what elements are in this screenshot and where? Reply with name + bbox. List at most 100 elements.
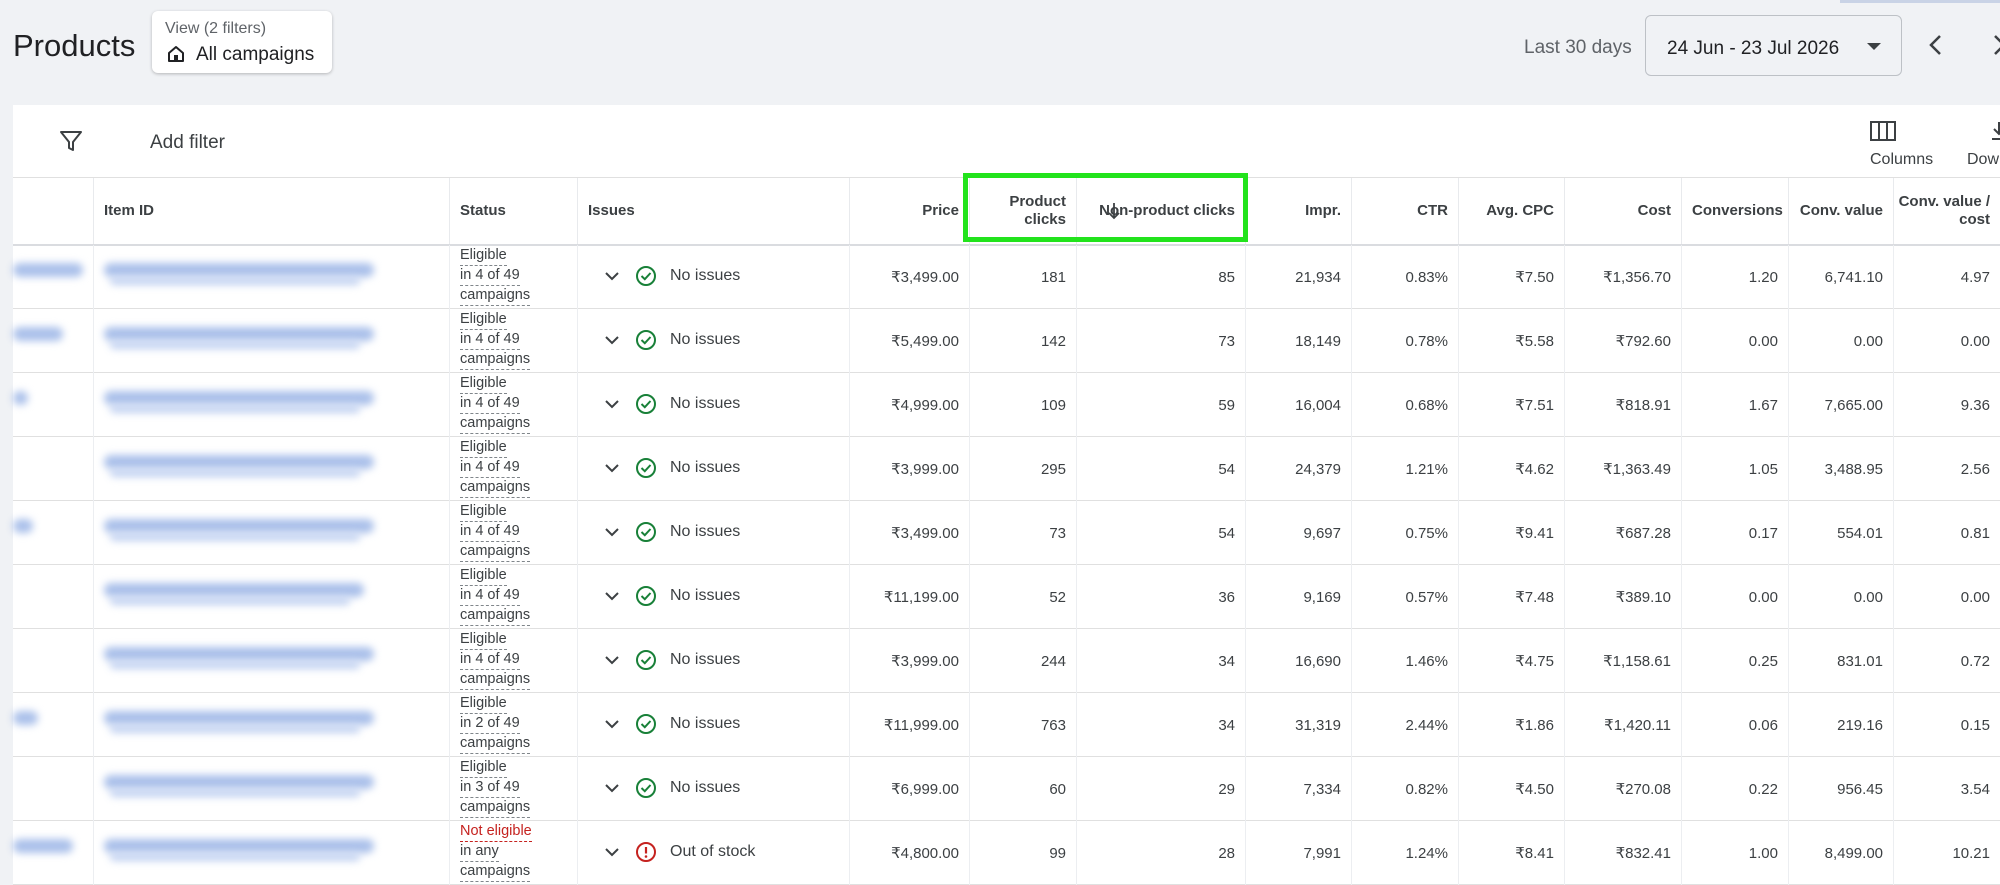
header-cost[interactable]: Cost (1564, 178, 1681, 244)
check-circle-icon (636, 522, 656, 542)
item-id-cell[interactable] (93, 693, 449, 757)
status-cell[interactable]: Eligible in 4 of 49 campaigns (449, 437, 577, 501)
chevron-down-icon[interactable] (605, 335, 619, 345)
issue-text: No issues (670, 267, 741, 284)
status-label: Eligible (460, 630, 507, 650)
item-id-cell[interactable] (93, 757, 449, 821)
header-conv-value-cost[interactable]: Conv. value / cost (1893, 178, 2000, 244)
issue-text: No issues (670, 395, 741, 412)
alert-circle-icon (636, 842, 656, 862)
cell-cost: ₹1,158.61 (1564, 629, 1681, 693)
status-label: Eligible (460, 566, 507, 586)
cell-product-clicks: 295 (969, 437, 1076, 501)
header-issues[interactable]: Issues (577, 178, 849, 244)
cell-product-clicks: 109 (969, 373, 1076, 437)
download-icon[interactable] (1989, 120, 2000, 142)
issue-text: No issues (670, 779, 741, 796)
header-impr[interactable]: Impr. (1245, 178, 1351, 244)
add-filter-button[interactable]: Add filter (150, 132, 225, 154)
status-cell[interactable]: Eligible in 4 of 49 campaigns (449, 629, 577, 693)
cell-cost: ₹792.60 (1564, 309, 1681, 373)
download-button[interactable]: Dow (1967, 151, 1999, 169)
cell-ctr: 2.44% (1351, 693, 1458, 757)
header-conversions[interactable]: Conversions (1681, 178, 1788, 244)
header-item-id[interactable]: Item ID (93, 178, 449, 244)
table-header: Item ID Status Issues Price Product clic… (13, 178, 2000, 246)
item-id-cell[interactable] (93, 821, 449, 885)
cell-conv-value: 8,499.00 (1788, 821, 1893, 885)
item-id-cell[interactable] (93, 373, 449, 437)
status-cell[interactable]: Eligible in 4 of 49 campaigns (449, 245, 577, 309)
cell-impr: 16,690 (1245, 629, 1351, 693)
table-row[interactable]: Eligible in 2 of 49 campaigns No issues ₹11,… (13, 693, 2000, 757)
chevron-down-icon[interactable] (605, 591, 619, 601)
item-id-redacted-line (110, 341, 360, 349)
status-cell[interactable]: Eligible in 3 of 49 campaigns (449, 757, 577, 821)
item-id-redacted (104, 327, 374, 341)
item-id-redacted (104, 263, 374, 277)
chevron-down-icon[interactable] (605, 399, 619, 409)
table-row[interactable]: Eligible in 4 of 49 campaigns No issues ₹3,9… (13, 629, 2000, 693)
view-selector[interactable]: View (2 filters) All campaigns (152, 11, 332, 73)
next-period-button[interactable] (1988, 30, 2000, 60)
cell-ctr: 0.83% (1351, 245, 1458, 309)
cell-cost: ₹270.08 (1564, 757, 1681, 821)
table-row[interactable]: Eligible in 4 of 49 campaigns No issues ₹5,4… (13, 309, 2000, 373)
cell-product-clicks: 763 (969, 693, 1076, 757)
header-non-product-clicks[interactable]: Non-product clicks (1076, 178, 1245, 244)
table-row[interactable]: Eligible in 4 of 49 campaigns No issues ₹11,… (13, 565, 2000, 629)
check-circle-icon (636, 650, 656, 670)
table-row[interactable]: Not eligible in any campaigns Out of stock ₹… (13, 821, 2000, 885)
chevron-down-icon[interactable] (605, 463, 619, 473)
table-row[interactable]: Eligible in 4 of 49 campaigns No issues ₹4,9… (13, 373, 2000, 437)
chevron-down-icon[interactable] (605, 527, 619, 537)
table-row[interactable]: Eligible in 4 of 49 campaigns No issues ₹3,9… (13, 437, 2000, 501)
date-range-picker[interactable]: 24 Jun - 23 Jul 2026 (1645, 15, 1902, 76)
previous-period-button[interactable] (1924, 30, 1948, 60)
table-row[interactable]: Eligible in 4 of 49 campaigns No issues ₹3,4… (13, 245, 2000, 309)
header-status[interactable]: Status (449, 178, 577, 244)
item-id-cell[interactable] (93, 565, 449, 629)
table-row[interactable]: Eligible in 3 of 49 campaigns No issues ₹6,9… (13, 757, 2000, 821)
item-id-cell[interactable] (93, 309, 449, 373)
status-cell[interactable]: Eligible in 4 of 49 campaigns (449, 373, 577, 437)
item-id-cell[interactable] (93, 501, 449, 565)
chevron-down-icon[interactable] (605, 783, 619, 793)
cell-avg-cpc: ₹4.50 (1458, 757, 1564, 821)
status-cell[interactable]: Eligible in 4 of 49 campaigns (449, 501, 577, 565)
cell-ctr: 0.75% (1351, 501, 1458, 565)
chevron-down-icon[interactable] (605, 847, 619, 857)
cell-ctr: 0.82% (1351, 757, 1458, 821)
header-conv-value[interactable]: Conv. value (1788, 178, 1893, 244)
issue-text: No issues (670, 459, 741, 476)
item-id-cell[interactable] (93, 437, 449, 501)
product-image-cell (13, 757, 93, 821)
status-cell[interactable]: Eligible in 4 of 49 campaigns (449, 565, 577, 629)
cell-impr: 7,991 (1245, 821, 1351, 885)
chevron-down-icon[interactable] (605, 271, 619, 281)
status-cell[interactable]: Eligible in 2 of 49 campaigns (449, 693, 577, 757)
product-image-cell (13, 437, 93, 501)
header-product-clicks[interactable]: Product clicks (969, 178, 1076, 244)
status-detail: campaigns (460, 286, 531, 306)
cell-conv-value: 7,665.00 (1788, 373, 1893, 437)
columns-button[interactable]: Columns (1870, 151, 1933, 169)
header-price[interactable]: Price (849, 178, 969, 244)
chevron-down-icon[interactable] (605, 719, 619, 729)
cell-conversions: 1.20 (1681, 245, 1788, 309)
item-id-redacted (104, 711, 374, 725)
cell-conv-value: 0.00 (1788, 309, 1893, 373)
cell-price: ₹3,999.00 (849, 629, 969, 693)
header-avg-cpc[interactable]: Avg. CPC (1458, 178, 1564, 244)
status-cell[interactable]: Not eligible in any campaigns (449, 821, 577, 885)
table-row[interactable]: Eligible in 4 of 49 campaigns No issues ₹3,4… (13, 501, 2000, 565)
status-cell[interactable]: Eligible in 4 of 49 campaigns (449, 309, 577, 373)
status-detail: campaigns (460, 734, 531, 754)
columns-icon[interactable] (1869, 120, 1897, 142)
chevron-down-icon[interactable] (605, 655, 619, 665)
filter-icon[interactable] (58, 128, 84, 154)
header-ctr[interactable]: CTR (1351, 178, 1458, 244)
cell-impr: 9,697 (1245, 501, 1351, 565)
item-id-cell[interactable] (93, 629, 449, 693)
item-id-cell[interactable] (93, 245, 449, 309)
